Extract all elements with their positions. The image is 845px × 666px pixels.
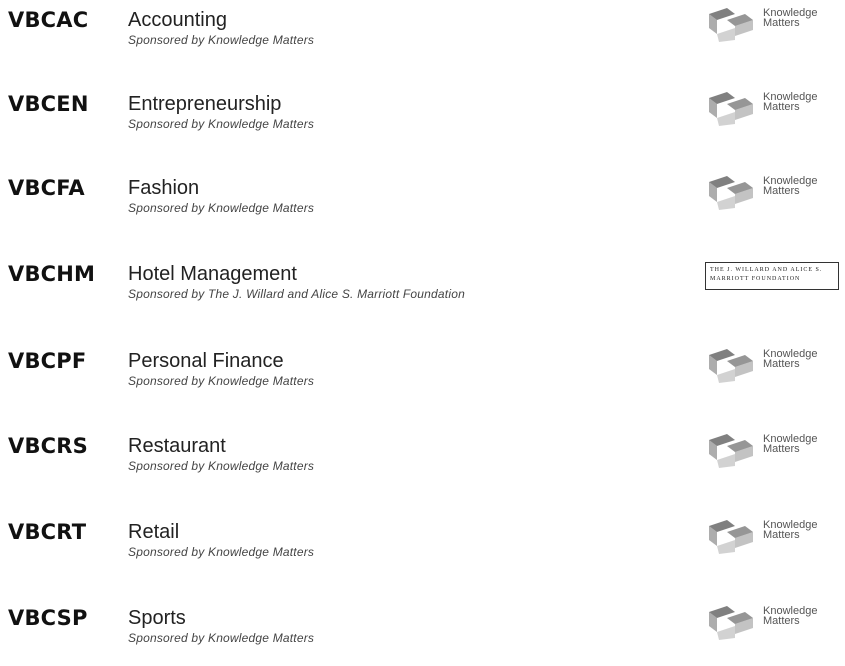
event-code: VBCRS	[8, 434, 88, 458]
knowledge-matters-mark-icon	[709, 520, 753, 554]
event-title: Fashion	[128, 177, 200, 199]
knowledge-matters-logo: Knowledge Matters	[705, 430, 845, 470]
event-list: VBCAC Accounting Sponsored by Knowledge Ma…	[0, 0, 845, 657]
knowledge-matters-mark-icon	[709, 434, 753, 468]
event-row: VBCAC Accounting Sponsored by Knowledge Ma…	[0, 8, 845, 68]
event-sponsor: Sponsored by Knowledge Matters	[128, 631, 315, 645]
event-sponsor: Sponsored by Knowledge Matters	[128, 201, 315, 215]
event-row: VBCRS Restaurant Sponsored by Knowledge Ma…	[0, 434, 845, 494]
logo-text-line: Matters	[763, 443, 800, 455]
event-title: Hotel Management	[128, 263, 297, 285]
knowledge-matters-logo: Knowledge Matters	[705, 88, 845, 128]
logo-text-line: Matters	[763, 615, 800, 627]
event-code: VBCAC	[8, 8, 89, 32]
knowledge-matters-wordmark: Knowledge Matters	[763, 8, 817, 29]
event-title: Entrepreneurship	[128, 93, 282, 115]
event-row: VBCSP Sports Sponsored by Knowledge Matter…	[0, 606, 845, 666]
knowledge-matters-wordmark: Knowledge Matters	[763, 434, 817, 455]
knowledge-matters-wordmark: Knowledge Matters	[763, 176, 817, 197]
knowledge-matters-logo: Knowledge Matters	[705, 4, 845, 44]
knowledge-matters-mark-icon	[709, 606, 753, 640]
event-sponsor: Sponsored by Knowledge Matters	[128, 374, 315, 388]
event-row: VBCPF Personal Finance Sponsored by Knowle…	[0, 349, 845, 409]
event-title: Personal Finance	[128, 350, 284, 372]
event-code: VBCEN	[8, 92, 89, 116]
event-sponsor: Sponsored by Knowledge Matters	[128, 459, 315, 473]
marriott-foundation-logo: The J. Willard and Alice S. Marriott Foun…	[705, 258, 845, 298]
knowledge-matters-mark-icon	[709, 176, 753, 210]
event-sponsor: Sponsored by Knowledge Matters	[128, 33, 315, 47]
logo-text-line: Matters	[763, 101, 800, 113]
event-title: Sports	[128, 607, 186, 629]
event-sponsor: Sponsored by The J. Willard and Alice S.…	[128, 287, 465, 301]
event-row: VBCHM Hotel Management Sponsored by The J.…	[0, 262, 845, 322]
event-title: Retail	[128, 521, 180, 543]
knowledge-matters-mark-icon	[709, 92, 753, 126]
knowledge-matters-wordmark: Knowledge Matters	[763, 92, 817, 113]
logo-text-line: Marriott Foundation	[710, 276, 801, 282]
logo-text-line: Matters	[763, 185, 800, 197]
event-code: VBCHM	[8, 262, 96, 286]
logo-text-line: Matters	[763, 358, 800, 370]
knowledge-matters-wordmark: Knowledge Matters	[763, 606, 817, 627]
event-row: VBCFA Fashion Sponsored by Knowledge Matte…	[0, 176, 845, 236]
knowledge-matters-logo: Knowledge Matters	[705, 516, 845, 556]
knowledge-matters-mark-icon	[709, 349, 753, 383]
knowledge-matters-wordmark: Knowledge Matters	[763, 349, 817, 370]
logo-text-line: The J. Willard and Alice S.	[710, 267, 823, 273]
knowledge-matters-logo: Knowledge Matters	[705, 172, 845, 212]
logo-text-line: Matters	[763, 529, 800, 541]
logo-text-line: Matters	[763, 17, 800, 29]
knowledge-matters-logo: Knowledge Matters	[705, 602, 845, 642]
event-code: VBCRT	[8, 520, 87, 544]
event-row: VBCRT Retail Sponsored by Knowledge Matter…	[0, 520, 845, 580]
event-code: VBCPF	[8, 349, 87, 373]
event-sponsor: Sponsored by Knowledge Matters	[128, 545, 315, 559]
event-row: VBCEN Entrepreneurship Sponsored by Knowle…	[0, 92, 845, 152]
knowledge-matters-mark-icon	[709, 8, 753, 42]
event-title: Accounting	[128, 9, 227, 31]
event-sponsor: Sponsored by Knowledge Matters	[128, 117, 315, 131]
event-title: Restaurant	[128, 435, 226, 457]
event-code: VBCFA	[8, 176, 85, 200]
marriott-foundation-wordmark: The J. Willard and Alice S. Marriott Foun…	[705, 262, 839, 290]
knowledge-matters-logo: Knowledge Matters	[705, 345, 845, 385]
knowledge-matters-wordmark: Knowledge Matters	[763, 520, 817, 541]
event-code: VBCSP	[8, 606, 88, 630]
